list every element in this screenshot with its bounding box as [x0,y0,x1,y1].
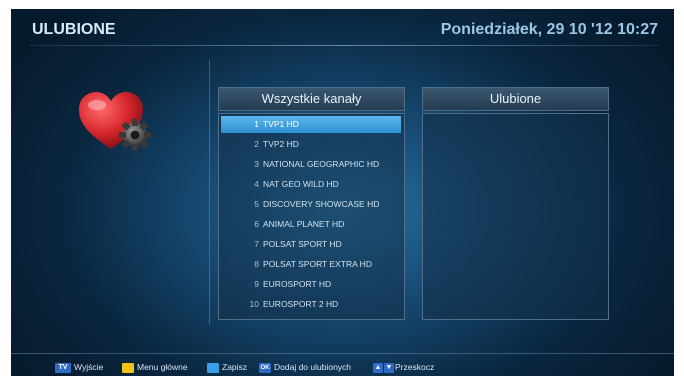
main-menu-hint[interactable]: Menu główne [122,361,188,373]
arrow-up-icon: ▲ [373,362,383,373]
channel-row[interactable]: 3 NATIONAL GEOGRAPHIC HD [221,156,401,173]
channel-number: 2 [254,139,259,149]
channel-number: 3 [254,159,259,169]
channel-row[interactable]: 9 EUROSPORT HD [221,276,401,293]
channel-row[interactable]: 4 NAT GEO WILD HD [221,176,401,193]
channel-number: 10 [249,299,259,309]
channel-number: 4 [254,179,259,189]
header-divider [29,45,660,46]
page-title: ULUBIONE [32,21,116,38]
channel-name: POLSAT SPORT EXTRA HD [263,259,372,269]
channel-number: 8 [254,259,259,269]
channel-row[interactable]: 7 POLSAT SPORT HD [221,236,401,253]
skip-hint[interactable]: ▲ ▼ Przeskocz [373,361,434,373]
favorites-list[interactable] [422,113,609,320]
channel-row[interactable]: 10 EUROSPORT 2 HD [221,296,401,313]
channel-name: DISCOVERY SHOWCASE HD [263,199,380,209]
favorites-header: Ulubione [422,87,609,111]
exit-hint[interactable]: TV Wyjście [55,361,103,373]
all-channels-list[interactable]: 1 TVP1 HD 2 TVP2 HD 3 NATIONAL GEOGRAPHIC H… [218,113,405,320]
yellow-key-icon [122,362,134,373]
add-favorite-hint[interactable]: OK Dodaj do ulubionych [259,361,351,373]
channel-number: 5 [254,199,259,209]
channel-row[interactable]: 5 DISCOVERY SHOWCASE HD [221,196,401,213]
main-menu-label: Menu główne [137,362,188,372]
save-label: Zapisz [222,362,248,372]
tv-key-icon: TV [55,362,71,373]
channel-number: 6 [254,219,259,229]
exit-label: Wyjście [74,362,104,372]
tv-screen: ULUBIONE Poniedziałek, 29 10 '12 10:27 W… [11,9,674,376]
date-time: Poniedziałek, 29 10 '12 10:27 [440,21,658,38]
save-hint[interactable]: Zapisz [207,361,247,373]
channel-row[interactable]: 2 TVP2 HD [221,136,401,153]
channel-row[interactable]: 8 POLSAT SPORT EXTRA HD [221,256,401,273]
channel-number: 1 [254,119,259,129]
all-channels-header: Wszystkie kanały [218,87,405,111]
channel-name: EUROSPORT 2 HD [263,299,339,309]
footer-divider [11,353,674,354]
channel-name: POLSAT SPORT HD [263,239,342,249]
channel-name: NAT GEO WILD HD [263,179,339,189]
footer-legend: TV Wyjście Menu główne Zapisz OK Dodaj do … [11,358,674,376]
channel-name: ANIMAL PLANET HD [263,219,345,229]
channel-number: 7 [254,239,259,249]
skip-label: Przeskocz [395,362,435,372]
channel-row[interactable]: 1 TVP1 HD [221,116,401,133]
blue-key-icon [207,362,219,373]
channel-number: 9 [254,279,259,289]
heart-gear-icon [77,91,157,153]
arrow-down-icon: ▼ [384,362,394,373]
channel-row[interactable]: 6 ANIMAL PLANET HD [221,216,401,233]
channel-name: TVP2 HD [263,139,299,149]
vertical-divider [209,59,210,325]
channel-name: TVP1 HD [263,119,299,129]
channel-name: NATIONAL GEOGRAPHIC HD [263,159,380,169]
add-favorite-label: Dodaj do ulubionych [274,362,352,372]
header-bar: ULUBIONE Poniedziałek, 29 10 '12 10:27 [11,9,674,49]
channel-name: EUROSPORT HD [263,279,332,289]
ok-key-icon: OK [259,362,271,373]
